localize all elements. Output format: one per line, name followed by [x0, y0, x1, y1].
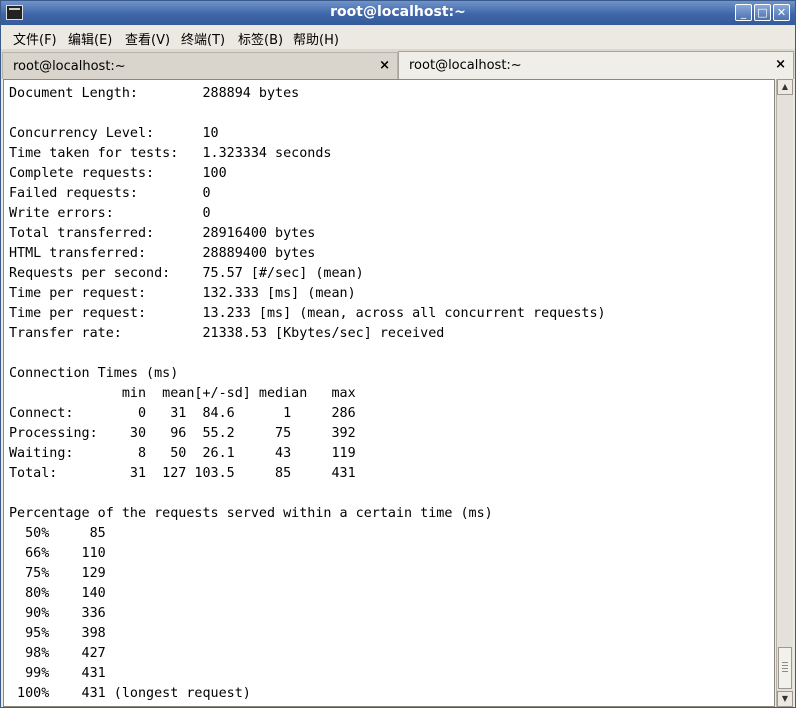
terminal-window: root@localhost:~ _ □ ✕ 文件(F) 编辑(E) 查看(V)… — [0, 0, 796, 708]
terminal-line: Waiting: 8 50 26.1 43 119 — [9, 446, 356, 461]
tab-2-label: root@localhost:~ — [409, 58, 522, 73]
terminal-line: Write errors: 0 — [9, 206, 211, 221]
scroll-thumb[interactable] — [778, 647, 792, 689]
window-title: root@localhost:~ — [330, 4, 466, 20]
terminal-line: 66% 110 — [9, 546, 106, 561]
terminal-line: Concurrency Level: 10 — [9, 126, 219, 141]
terminal-line: Total: 31 127 103.5 85 431 — [9, 466, 356, 481]
tab-1-label: root@localhost:~ — [13, 59, 126, 74]
tab-1[interactable]: root@localhost:~ × — [2, 52, 398, 79]
terminal-line: 50% 85 — [9, 526, 106, 541]
terminal-line: Time taken for tests: 1.323334 seconds — [9, 146, 332, 161]
tab-2[interactable]: root@localhost:~ × — [398, 51, 794, 79]
terminal-line: Document Length: 288894 bytes — [9, 86, 300, 101]
terminal-line: 90% 336 — [9, 606, 106, 621]
terminal-line: 80% 140 — [9, 586, 106, 601]
terminal-line: Total transferred: 28916400 bytes — [9, 226, 316, 241]
terminal-line: 98% 427 — [9, 646, 106, 661]
menu-file[interactable]: 文件(F) — [13, 29, 57, 48]
terminal-line: 75% 129 — [9, 566, 106, 581]
terminal-line: Requests per second: 75.57 [#/sec] (mean… — [9, 266, 364, 281]
title-bar[interactable]: root@localhost:~ _ □ ✕ — [1, 1, 795, 25]
menu-terminal[interactable]: 终端(T) — [181, 29, 225, 48]
terminal-line: 99% 431 — [9, 666, 106, 681]
tab-1-close-icon[interactable]: × — [379, 58, 390, 73]
terminal-line: Percentage of the requests served within… — [9, 506, 493, 521]
terminal-line: Connection Times (ms) — [9, 366, 179, 381]
menu-tabs[interactable]: 标签(B) — [238, 29, 283, 48]
terminal-line: Time per request: 132.333 [ms] (mean) — [9, 286, 356, 301]
terminal-line: 95% 398 — [9, 626, 106, 641]
terminal-line: Complete requests: 100 — [9, 166, 227, 181]
terminal-line: Failed requests: 0 — [9, 186, 211, 201]
maximize-button[interactable]: □ — [754, 4, 771, 21]
menu-help[interactable]: 帮助(H) — [293, 29, 339, 48]
tab-strip: root@localhost:~ × root@localhost:~ × — [1, 49, 795, 79]
menu-bar: 文件(F) 编辑(E) 查看(V) 终端(T) 标签(B) 帮助(H) — [1, 25, 795, 50]
terminal-output[interactable]: Document Length: 288894 bytes Concurrenc… — [3, 79, 775, 707]
scroll-up-button[interactable]: ▲ — [777, 79, 793, 95]
terminal-line: HTML transferred: 28889400 bytes — [9, 246, 316, 261]
menu-edit[interactable]: 编辑(E) — [68, 29, 112, 48]
minimize-button[interactable]: _ — [735, 4, 752, 21]
terminal-line: min mean[+/-sd] median max — [9, 386, 356, 401]
terminal-text: Document Length: 288894 bytes Concurrenc… — [9, 84, 606, 704]
close-button[interactable]: ✕ — [773, 4, 790, 21]
menu-view[interactable]: 查看(V) — [125, 29, 170, 48]
scroll-down-button[interactable]: ▼ — [777, 691, 793, 707]
vertical-scrollbar[interactable]: ▲ ▼ — [776, 79, 793, 707]
terminal-line: Time per request: 13.233 [ms] (mean, acr… — [9, 306, 606, 321]
tab-2-close-icon[interactable]: × — [775, 57, 786, 72]
terminal-line: Transfer rate: 21338.53 [Kbytes/sec] rec… — [9, 326, 445, 341]
terminal-line: 100% 431 (longest request) — [9, 686, 251, 701]
terminal-line: Processing: 30 96 55.2 75 392 — [9, 426, 356, 441]
terminal-line: Connect: 0 31 84.6 1 286 — [9, 406, 356, 421]
